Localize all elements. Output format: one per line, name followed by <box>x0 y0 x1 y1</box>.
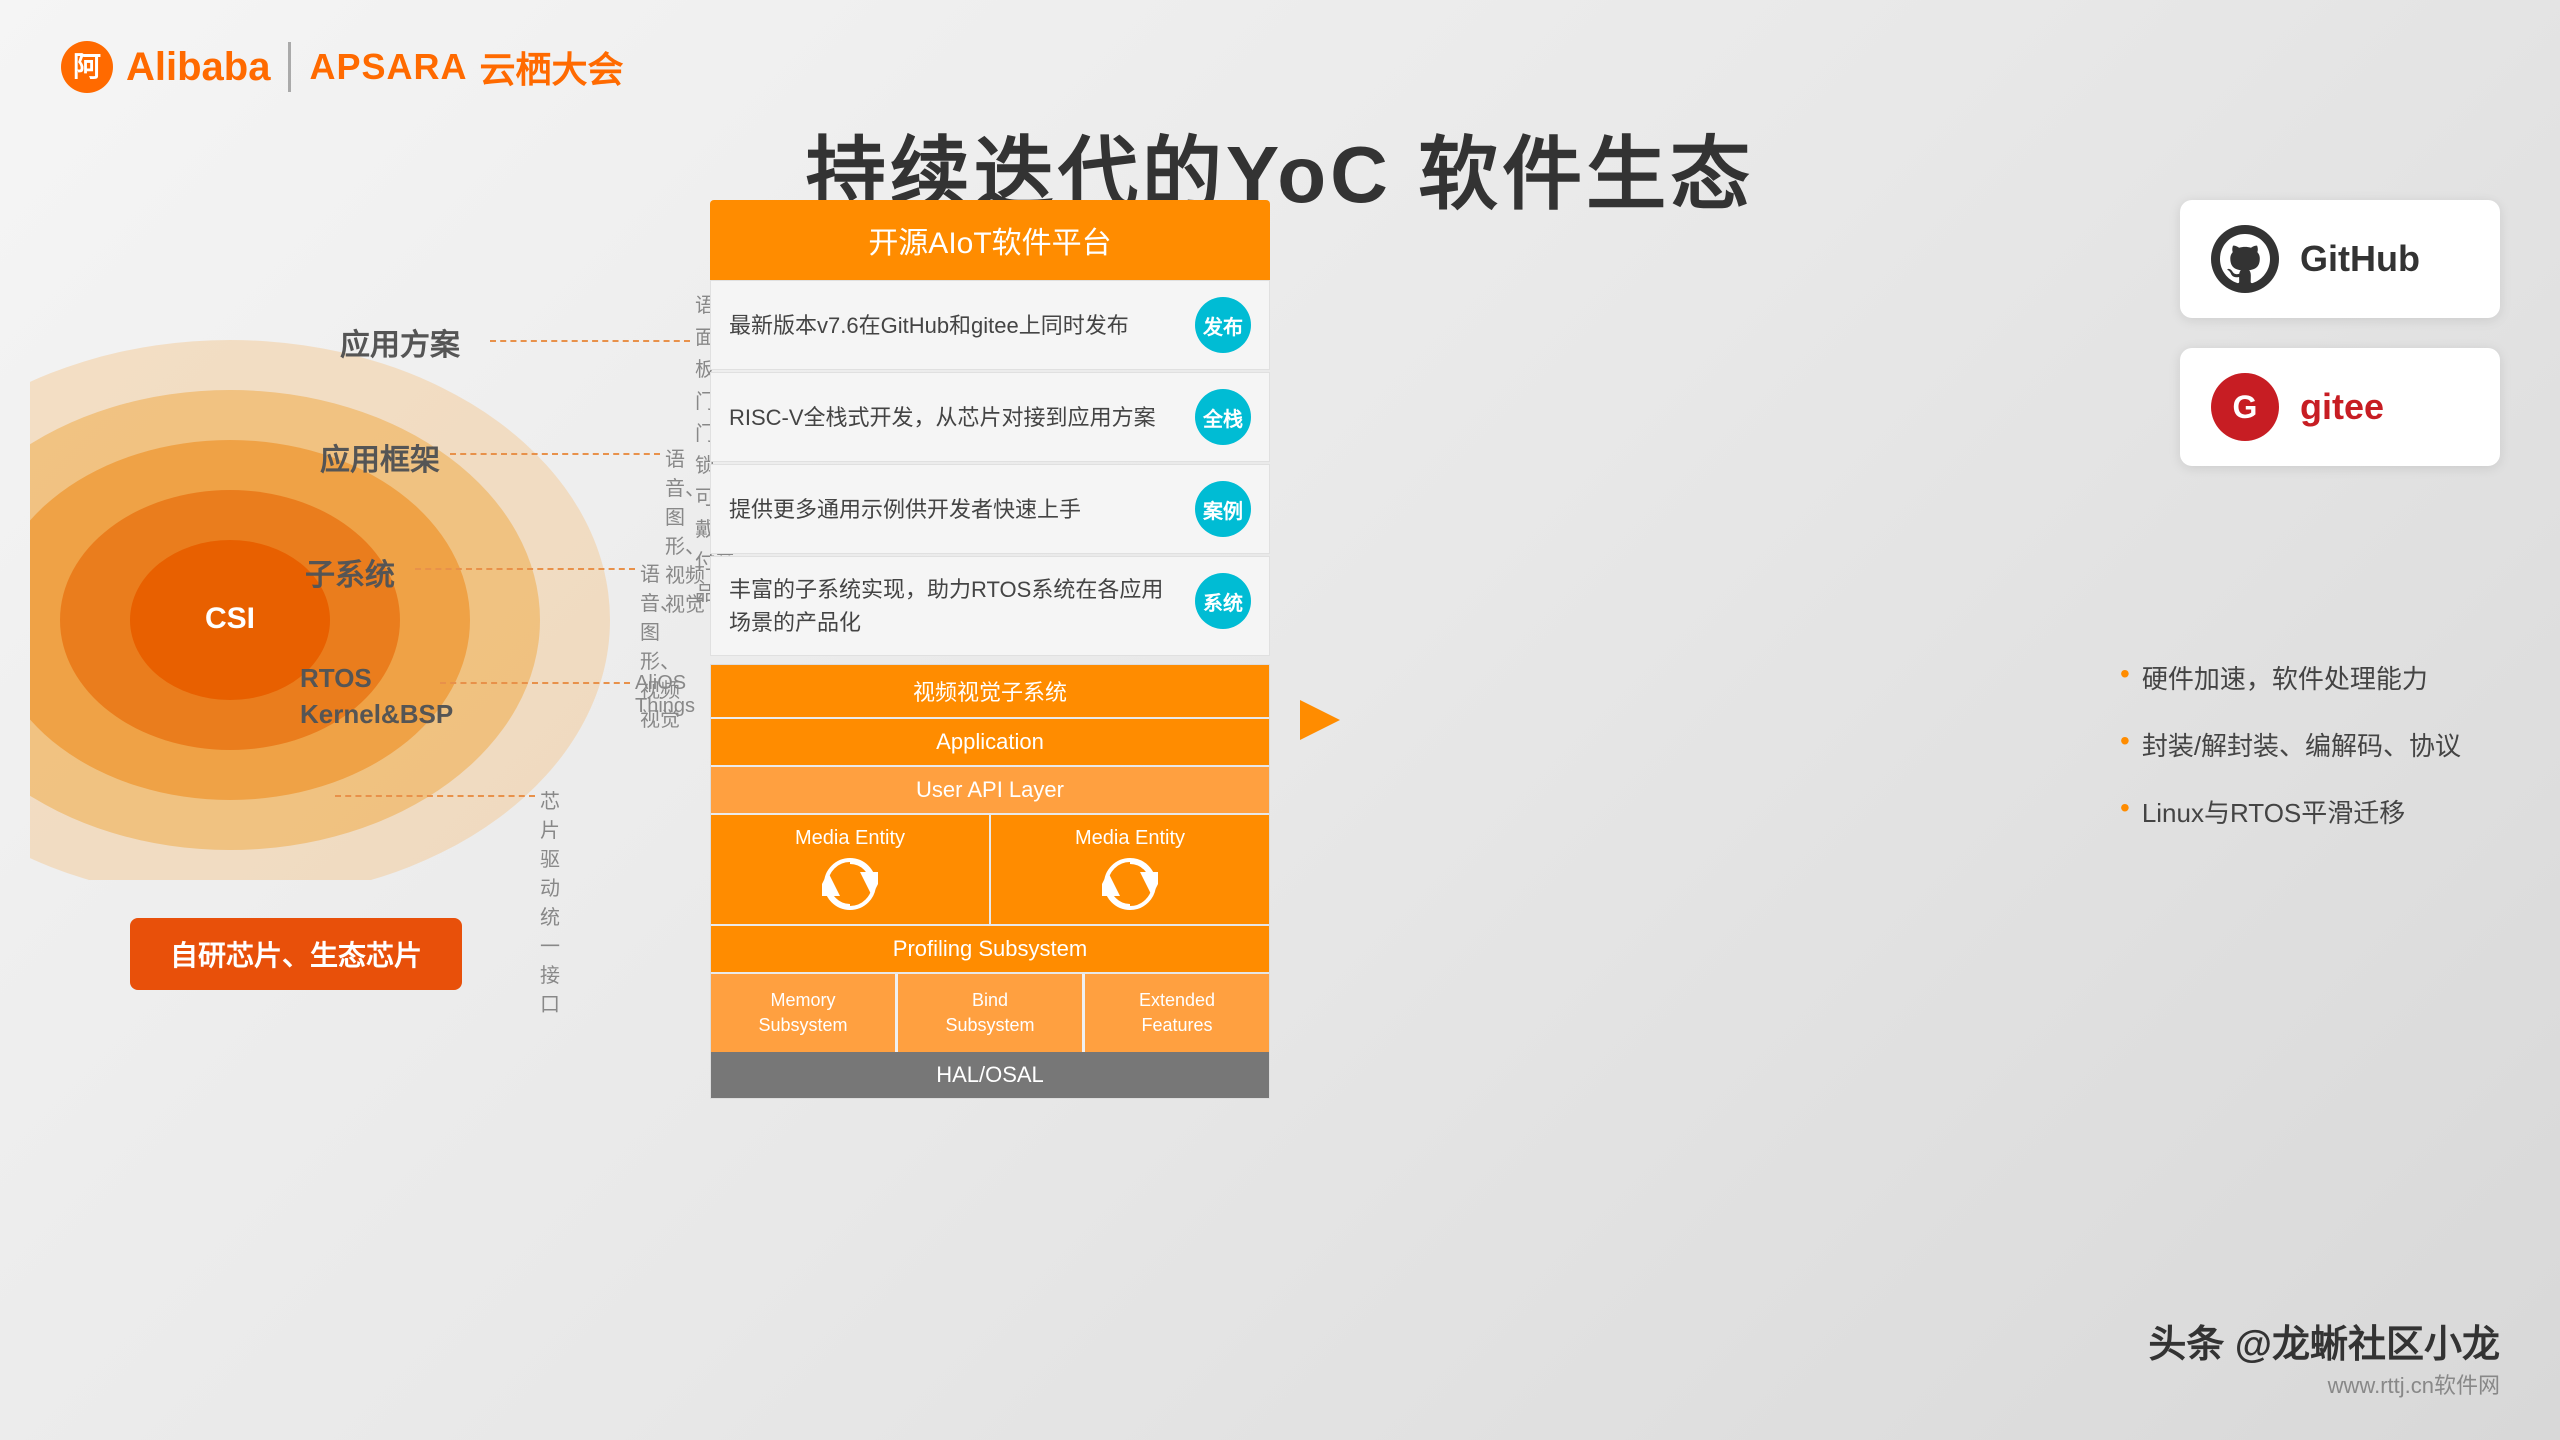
dotted-line-3 <box>415 568 635 570</box>
main-title: 持续迭代的YoC 软件生态 <box>0 110 2560 226</box>
platform-badge-4: 系统 <box>1195 573 1251 629</box>
feature-text-1: 硬件加速，软件处理能力 <box>2142 660 2428 699</box>
feature-item-1: • 硬件加速，软件处理能力 <box>2120 660 2500 699</box>
right-side: GitHub G gitee <box>2180 200 2500 496</box>
platform-row-1: 最新版本v7.6在GitHub和gitee上同时发布 发布 <box>710 280 1270 370</box>
media-entity-right-label: Media Entity <box>1075 827 1185 850</box>
features-list: • 硬件加速，软件处理能力 • 封装/解封装、编解码、协议 • Linux与RT… <box>2120 660 2500 861</box>
arch-profiling: Profiling Subsystem <box>711 926 1269 972</box>
feature-item-2: • 封装/解封装、编解码、协议 <box>2120 727 2500 766</box>
platform-badge-2: 全栈 <box>1195 389 1251 445</box>
gitee-box: G gitee <box>2180 348 2500 466</box>
yunqi-text: 云栖大会 <box>480 41 624 93</box>
dotted-line-2 <box>450 453 660 455</box>
bullet-3: • <box>2120 792 2130 824</box>
label-text-rtos: RTOSKernel&BSP <box>300 663 453 729</box>
label-text-zixitong: 子系统 <box>305 559 395 592</box>
middle-platform: 开源AIoT软件平台 最新版本v7.6在GitHub和gitee上同时发布 发布… <box>710 200 1270 1099</box>
left-diagram: CSI 应用方案 语音面板、门铃门锁、可穿戴支付产品 应用框架 语音、图形、视频… <box>30 220 710 1000</box>
label-text-yingyong-fangan: 应用方案 <box>340 329 460 362</box>
arch-hal-osal: HAL/OSAL <box>711 1052 1269 1098</box>
alibaba-logo: 阿 Alibaba <box>60 40 270 94</box>
svg-text:阿: 阿 <box>73 51 101 82</box>
platform-row-4-text: 丰富的子系统实现，助力RTOS系统在各应用场景的产品化 <box>729 573 1181 639</box>
watermark-main: 头条 @龙蜥社区小龙 <box>2148 1313 2500 1368</box>
arrow-to-right <box>1290 680 1370 765</box>
github-label: GitHub <box>2300 238 2420 280</box>
svg-text:CSI: CSI <box>205 602 255 635</box>
arch-application: Application <box>711 719 1269 765</box>
media-entity-right: Media Entity <box>991 815 1269 924</box>
bullet-1: • <box>2120 658 2130 690</box>
arch-diagram: 视频视觉子系统 Application User API Layer Media… <box>710 664 1270 1099</box>
header: 阿 Alibaba APSARA 云栖大会 <box>60 40 2500 94</box>
platform-row-3: 提供更多通用示例供开发者快速上手 案例 <box>710 464 1270 554</box>
label-text-yingyong-kuangjia: 应用框架 <box>320 444 440 477</box>
platform-header: 开源AIoT软件平台 <box>710 200 1270 280</box>
cycle-icon-right <box>1102 856 1158 912</box>
platform-row-2: RISC-V全栈式开发，从芯片对接到应用方案 全栈 <box>710 372 1270 462</box>
alibaba-icon: 阿 <box>60 40 114 94</box>
subsystem-bind: BindSubsystem <box>898 974 1082 1052</box>
logo-divider <box>288 42 291 92</box>
arch-media-row: Media Entity Media Enti <box>711 815 1269 924</box>
media-entity-left-label: Media Entity <box>795 827 905 850</box>
dotted-line-1 <box>490 340 690 342</box>
feature-text-3: Linux与RTOS平滑迁移 <box>2142 794 2405 833</box>
platform-row-2-text: RISC-V全栈式开发，从芯片对接到应用方案 <box>729 401 1181 434</box>
svg-text:G: G <box>2233 389 2258 425</box>
platform-badge-1: 发布 <box>1195 297 1251 353</box>
subsystem-row: MemorySubsystem BindSubsystem ExtendedFe… <box>711 974 1269 1052</box>
media-entity-left: Media Entity <box>711 815 989 924</box>
watermark-sub: www.rttj.cn软件网 <box>2148 1368 2500 1400</box>
platform-row-4: 丰富的子系统实现，助力RTOS系统在各应用场景的产品化 系统 <box>710 556 1270 656</box>
dotted-line-4 <box>440 682 630 684</box>
dotted-line-5 <box>335 795 535 797</box>
label-zixitong: 子系统 语音、图形、视频视觉 <box>305 550 395 594</box>
subsystem-memory: MemorySubsystem <box>711 974 895 1052</box>
label-rtos: RTOSKernel&BSP AliOS Things <box>300 660 453 733</box>
desc-rtos: AliOS Things <box>635 672 695 718</box>
bullet-2: • <box>2120 725 2130 757</box>
github-box: GitHub <box>2180 200 2500 318</box>
desc-csi: 芯片驱动统一接口 <box>540 785 560 1017</box>
feature-text-2: 封装/解封装、编解码、协议 <box>2142 727 2461 766</box>
gitee-icon: G <box>2210 372 2280 442</box>
apsara-text: APSARA <box>309 46 467 88</box>
arch-video-subsystem: 视频视觉子系统 <box>711 665 1269 717</box>
platform-badge-3: 案例 <box>1195 481 1251 537</box>
subsystem-extended: ExtendedFeatures <box>1085 974 1269 1052</box>
feature-item-3: • Linux与RTOS平滑迁移 <box>2120 794 2500 833</box>
platform-row-1-text: 最新版本v7.6在GitHub和gitee上同时发布 <box>729 309 1181 342</box>
logo-area: 阿 Alibaba APSARA 云栖大会 <box>60 40 624 94</box>
cycle-icon-left <box>822 856 878 912</box>
label-yingyong-fangan: 应用方案 语音面板、门铃门锁、可穿戴支付产品 <box>340 320 460 364</box>
bottom-btn[interactable]: 自研芯片、生态芯片 <box>130 918 462 990</box>
watermark: 头条 @龙蜥社区小龙 www.rttj.cn软件网 <box>2148 1313 2500 1400</box>
arch-user-api: User API Layer <box>711 767 1269 813</box>
label-yingyong-kuangjia: 应用框架 语音、图形、视频视觉 <box>320 435 440 479</box>
gitee-label: gitee <box>2300 386 2384 428</box>
github-icon <box>2210 224 2280 294</box>
platform-row-3-text: 提供更多通用示例供开发者快速上手 <box>729 493 1181 526</box>
alibaba-text: Alibaba <box>126 45 270 90</box>
